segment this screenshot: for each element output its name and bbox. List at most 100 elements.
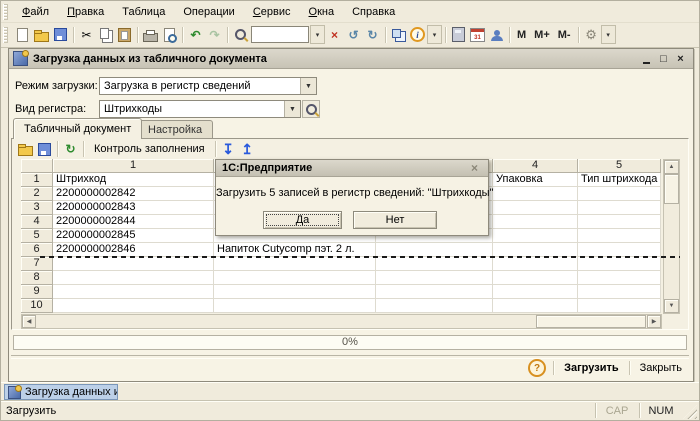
horizontal-scrollbar[interactable]: ◀ ▶ bbox=[21, 314, 662, 329]
memory-recall-button[interactable]: M bbox=[513, 29, 530, 41]
service-settings-icon[interactable]: ⚙ bbox=[582, 26, 601, 44]
toolbar-grip[interactable] bbox=[3, 26, 8, 43]
menu-item[interactable]: Файл bbox=[13, 4, 58, 20]
help-icon[interactable]: ? bbox=[528, 359, 547, 377]
table-cell[interactable] bbox=[493, 201, 578, 215]
toolbar-grip[interactable] bbox=[3, 3, 8, 20]
table-cell[interactable] bbox=[493, 257, 578, 271]
row-header[interactable]: 4 bbox=[21, 215, 53, 229]
table-cell[interactable] bbox=[493, 215, 578, 229]
table-cell[interactable] bbox=[376, 299, 493, 313]
close-button[interactable]: Закрыть bbox=[637, 361, 685, 375]
find-previous-icon[interactable]: ↺ bbox=[344, 26, 363, 44]
menu-item[interactable]: Правка bbox=[58, 4, 113, 20]
column-header[interactable]: 5 bbox=[578, 159, 661, 173]
table-cell[interactable] bbox=[578, 257, 661, 271]
table-cell[interactable] bbox=[214, 257, 376, 271]
chevron-down-icon[interactable]: ▼ bbox=[284, 101, 300, 117]
scroll-right-icon[interactable]: ▶ bbox=[647, 315, 661, 328]
minimize-icon[interactable] bbox=[638, 51, 655, 66]
row-header[interactable]: 1 bbox=[21, 173, 53, 187]
no-button[interactable]: Нет bbox=[353, 211, 437, 229]
menu-item[interactable]: Окна bbox=[300, 4, 344, 20]
row-header[interactable]: 5 bbox=[21, 229, 53, 243]
find-input[interactable] bbox=[251, 26, 309, 43]
close-icon[interactable]: × bbox=[672, 51, 689, 66]
table-cell[interactable] bbox=[53, 271, 214, 285]
table-cell[interactable] bbox=[578, 187, 661, 201]
tab-settings[interactable]: Настройка bbox=[137, 120, 214, 138]
close-icon[interactable]: × bbox=[467, 161, 482, 175]
table-cell[interactable] bbox=[214, 299, 376, 313]
fill-control-button[interactable]: Контроль заполнения bbox=[87, 141, 212, 157]
scroll-left-icon[interactable]: ◀ bbox=[22, 315, 36, 328]
register-lookup-button[interactable] bbox=[302, 100, 320, 118]
print-preview-icon[interactable] bbox=[160, 26, 179, 44]
yes-button[interactable]: Да bbox=[263, 211, 342, 229]
paste-icon[interactable] bbox=[115, 26, 134, 44]
register-kind-select[interactable]: Штрихкоды ▼ bbox=[99, 100, 301, 118]
table-cell[interactable] bbox=[214, 271, 376, 285]
table-cell[interactable] bbox=[214, 285, 376, 299]
redo-icon[interactable]: ↷ bbox=[205, 26, 224, 44]
row-header[interactable]: 2 bbox=[21, 187, 53, 201]
table-cell[interactable] bbox=[493, 243, 578, 257]
table-cell[interactable] bbox=[493, 187, 578, 201]
resize-grip[interactable] bbox=[683, 405, 697, 419]
print-icon[interactable] bbox=[141, 26, 160, 44]
save-icon[interactable] bbox=[35, 140, 54, 158]
find-dropdown-icon[interactable]: ▾ bbox=[310, 25, 325, 44]
table-cell[interactable]: 2200000002846 bbox=[53, 243, 214, 257]
row-header[interactable]: 6 bbox=[21, 243, 53, 257]
table-cell[interactable] bbox=[53, 257, 214, 271]
fill-up-icon[interactable]: ↥ bbox=[238, 140, 257, 158]
row-header[interactable]: 3 bbox=[21, 201, 53, 215]
row-header[interactable]: 7 bbox=[21, 257, 53, 271]
maximize-icon[interactable]: □ bbox=[655, 51, 672, 66]
fill-down-icon[interactable]: ↧ bbox=[219, 140, 238, 158]
table-cell[interactable]: Упаковка bbox=[493, 173, 578, 187]
table-cell[interactable] bbox=[578, 215, 661, 229]
tab-spreadsheet[interactable]: Табличный документ bbox=[13, 118, 143, 139]
table-cell[interactable] bbox=[376, 285, 493, 299]
table-cell[interactable] bbox=[578, 285, 661, 299]
vertical-scrollbar[interactable]: ▲ ▼ bbox=[663, 159, 680, 314]
horizontal-scroll-thumb[interactable] bbox=[536, 315, 646, 328]
scroll-down-icon[interactable]: ▼ bbox=[664, 299, 679, 313]
load-mode-select[interactable]: Загрузка в регистр сведений ▼ bbox=[99, 77, 317, 95]
save-icon[interactable] bbox=[51, 26, 70, 44]
menu-item[interactable]: Таблица bbox=[113, 4, 174, 20]
user-lock-icon[interactable] bbox=[487, 26, 506, 44]
refresh-icon[interactable]: ↻ bbox=[61, 140, 80, 158]
info-dropdown-icon[interactable]: ▾ bbox=[427, 25, 442, 44]
clear-find-icon[interactable]: × bbox=[325, 26, 344, 44]
menu-item[interactable]: Сервис bbox=[244, 4, 300, 20]
load-button[interactable]: Загрузить bbox=[561, 361, 622, 375]
chevron-down-icon[interactable]: ▼ bbox=[300, 78, 316, 94]
copy-icon[interactable] bbox=[96, 26, 115, 44]
find-next-icon[interactable]: ↻ bbox=[363, 26, 382, 44]
row-header[interactable]: 8 bbox=[21, 271, 53, 285]
table-cell[interactable] bbox=[493, 229, 578, 243]
table-cell[interactable] bbox=[578, 243, 661, 257]
table-cell[interactable] bbox=[578, 271, 661, 285]
table-cell[interactable] bbox=[53, 299, 214, 313]
table-cell[interactable] bbox=[53, 285, 214, 299]
table-cell[interactable] bbox=[578, 229, 661, 243]
table-cell[interactable] bbox=[493, 285, 578, 299]
row-header[interactable]: 9 bbox=[21, 285, 53, 299]
undo-icon[interactable]: ↶ bbox=[186, 26, 205, 44]
table-cell[interactable]: Штрихкод bbox=[53, 173, 214, 187]
table-cell[interactable]: 2200000002844 bbox=[53, 215, 214, 229]
calculator-icon[interactable] bbox=[449, 26, 468, 44]
column-header[interactable]: 1 bbox=[53, 159, 214, 173]
info-icon[interactable]: i bbox=[408, 26, 427, 44]
table-cell[interactable]: 2200000002845 bbox=[53, 229, 214, 243]
taskbar-window-button[interactable]: Загрузка данных из таблич... bbox=[4, 384, 118, 400]
table-cell[interactable]: 2200000002842 bbox=[53, 187, 214, 201]
service-dropdown-icon[interactable]: ▾ bbox=[600, 25, 616, 44]
corner-cell[interactable] bbox=[21, 159, 53, 173]
table-cell[interactable] bbox=[376, 243, 493, 257]
table-cell[interactable] bbox=[493, 299, 578, 313]
new-document-icon[interactable] bbox=[13, 26, 32, 44]
